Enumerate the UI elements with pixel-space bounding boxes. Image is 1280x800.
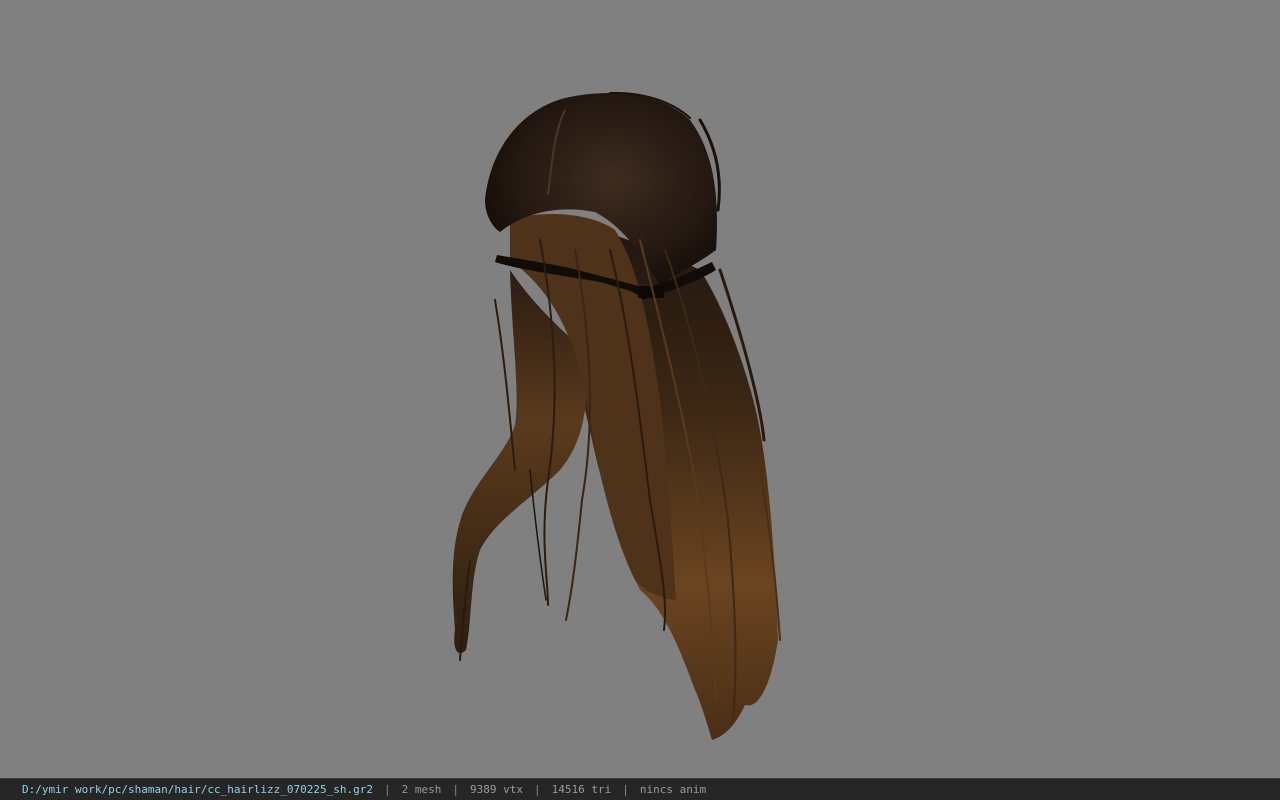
status-bar: D:/ymir work/pc/shaman/hair/cc_hairlizz_… bbox=[0, 778, 1280, 800]
file-path-label: D:/ymir work/pc/shaman/hair/cc_hairlizz_… bbox=[22, 783, 373, 796]
vertex-count-label: 9389 vtx bbox=[470, 783, 523, 796]
3d-viewport[interactable] bbox=[0, 0, 1280, 778]
separator: | bbox=[452, 783, 459, 796]
triangle-count-label: 14516 tri bbox=[551, 783, 612, 796]
separator: | bbox=[384, 783, 391, 796]
separator: | bbox=[622, 783, 629, 796]
separator: | bbox=[533, 783, 541, 796]
hair-model bbox=[452, 91, 781, 740]
anim-status-label: nincs anim bbox=[639, 783, 707, 796]
mesh-count-label: 2 mesh bbox=[401, 783, 442, 796]
